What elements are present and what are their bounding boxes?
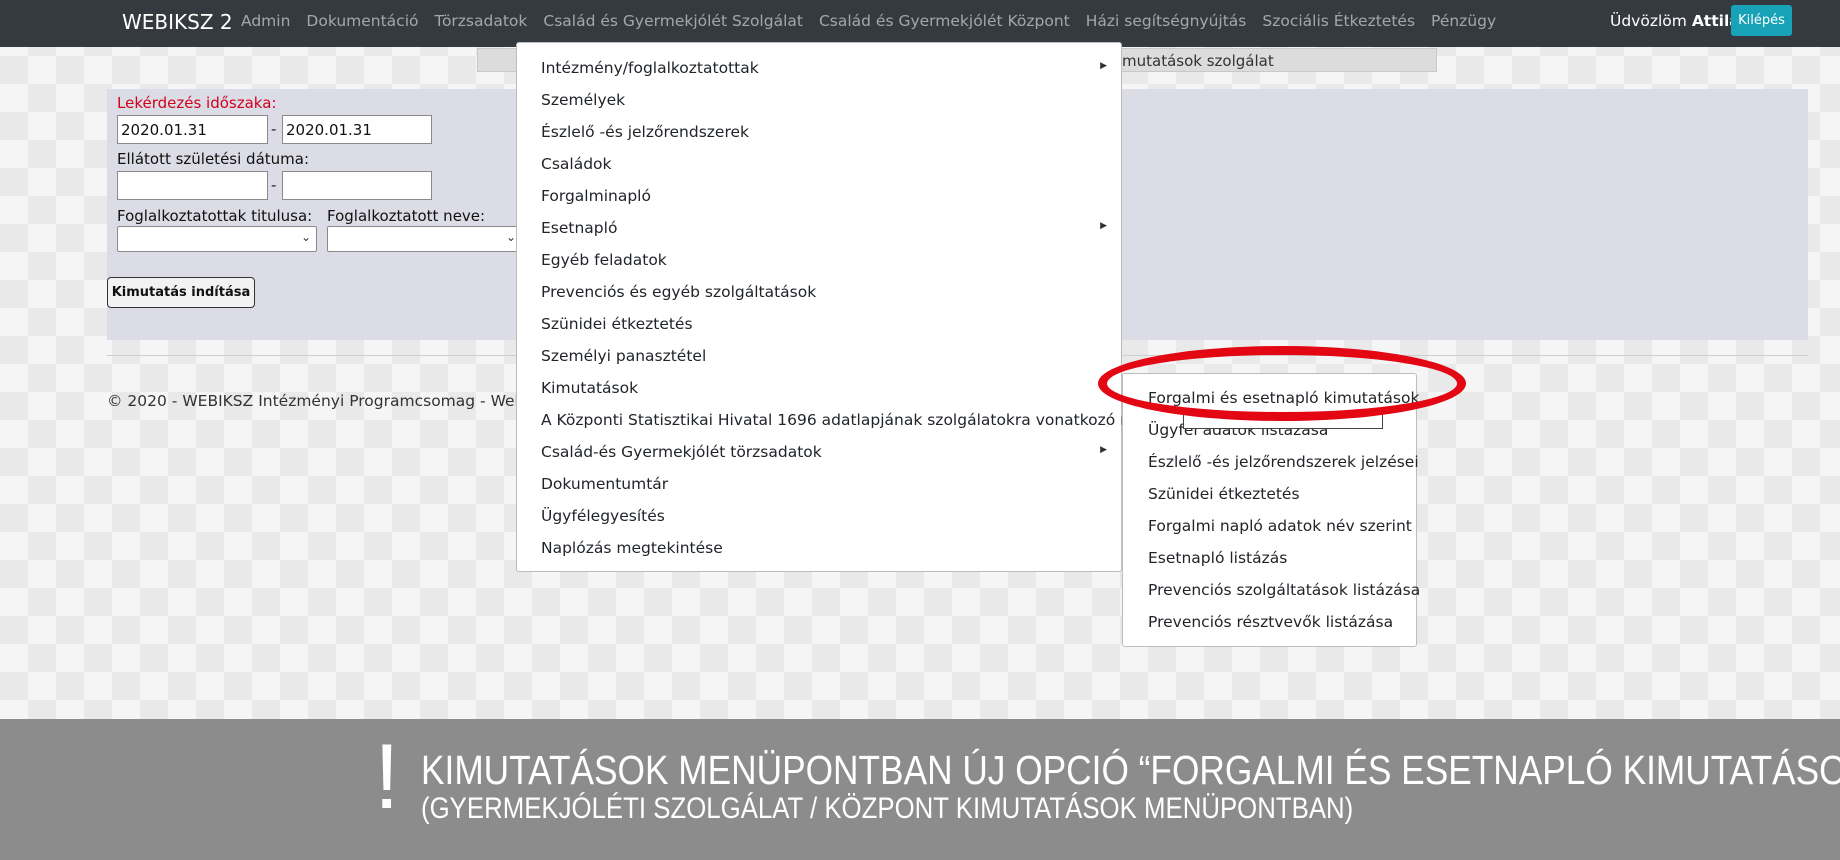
birth-to-input[interactable] [282,171,432,200]
period-dash: - [271,120,277,138]
nav-admin[interactable]: Admin [241,12,290,30]
period-to-input[interactable] [282,115,432,144]
nav-documentation[interactable]: Dokumentáció [306,12,418,30]
employee-name-label: Foglalkoztatott neve: [327,207,486,225]
menu-item-other-tasks[interactable]: Egyéb feladatok [541,251,667,269]
nav-master-data[interactable]: Törzsadatok [435,12,528,30]
menu-item-client-merge[interactable]: Ügyfélegyesítés [541,507,665,525]
banner-headline: KIMUTATÁSOK MENÜPONTBAN ÚJ OPCIÓ “FORGAL… [421,747,1840,793]
menu-item-label: Intézmény/foglalkoztatottak [541,59,759,77]
caret-right-icon: ▶ [1100,445,1107,455]
submenu-item-alert-signals[interactable]: Észlelő -és jelzőrendszerek jelzései [1148,453,1419,471]
employee-name-select[interactable]: ⌄ [327,226,522,252]
tab-strip-label: mutatások szolgálat [1122,52,1274,70]
announcement-banner: ! KIMUTATÁSOK MENÜPONTBAN ÚJ OPCIÓ “FORG… [0,719,1840,860]
period-from-input[interactable] [117,115,268,144]
menu-item-traffic-log[interactable]: Forgalminapló [541,187,651,205]
menu-item-holiday-catering[interactable]: Szünidei étkeztetés [541,315,693,333]
menu-item-alert-systems[interactable]: Észlelő -és jelzőrendszerek [541,123,749,141]
welcome-text: Üdvözlöm Attila [1610,12,1740,30]
family-service-dropdown: Intézmény/foglalkoztatottak ▶ Személyek … [516,42,1162,572]
nav-family-service[interactable]: Család és Gyermekjólét Szolgálat [543,12,803,30]
chevron-down-icon: ⌄ [505,230,516,244]
main-nav: Admin Dokumentáció Törzsadatok Család és… [241,12,1512,30]
nav-finance[interactable]: Pénzügy [1431,12,1496,30]
birth-date-label: Ellátott születési dátuma: [117,150,310,168]
highlight-ellipse [1098,346,1466,421]
menu-item-prevention[interactable]: Prevenciós és egyéb szolgáltatások [541,283,816,301]
nav-social-catering[interactable]: Szociális Étkeztetés [1262,12,1415,30]
footer-copyright: © 2020 - WEBIKSZ Intézményi Programcsoma… [107,392,557,410]
birth-dash: - [271,176,277,194]
nav-family-center[interactable]: Család és Gyermekjólét Központ [819,12,1070,30]
submenu-item-case-log-list[interactable]: Esetnapló listázás [1148,549,1287,567]
employee-title-label: Foglalkoztatottak titulusa: [117,207,313,225]
employee-title-select[interactable]: ⌄ [117,226,317,252]
brand-logo[interactable]: WEBIKSZ 2 [122,10,233,34]
menu-item-view-logging[interactable]: Naplózás megtekintése [541,539,723,557]
nav-home-care[interactable]: Házi segítségnyújtás [1086,12,1247,30]
submenu-item-prevention-services[interactable]: Prevenciós szolgáltatások listázása [1148,581,1420,599]
birth-from-input[interactable] [117,171,268,200]
logout-button[interactable]: Kilépés [1731,5,1792,36]
banner-subline: (GYERMEKJÓLÉTI SZOLGÁLAT / KÖZPONT KIMUT… [421,792,1354,825]
menu-item-families[interactable]: Családok [541,155,612,173]
period-label: Lekérdezés időszaka: [117,94,277,112]
menu-item-institution[interactable]: Intézmény/foglalkoztatottak [541,59,1101,77]
chevron-down-icon: ⌄ [300,230,311,244]
submenu-item-holiday-catering[interactable]: Szünidei étkeztetés [1148,485,1300,503]
menu-item-case-log[interactable]: Esetnapló [541,219,617,237]
exclamation-icon: ! [374,726,400,828]
submenu-item-traffic-by-name[interactable]: Forgalmi napló adatok név szerint [1148,517,1412,535]
submenu-item-prevention-participants[interactable]: Prevenciós résztvevők listázása [1148,613,1393,631]
menu-item-complaints[interactable]: Személyi panasztétel [541,347,706,365]
welcome-prefix: Üdvözlöm [1610,12,1687,30]
menu-item-reports[interactable]: Kimutatások [541,379,638,397]
top-navbar: WEBIKSZ 2 Admin Dokumentáció Törzsadatok… [0,0,1840,47]
menu-item-family-master-data[interactable]: Család-és Gyermekjólét törzsadatok [541,443,822,461]
start-report-button[interactable]: Kimutatás indítása [107,277,255,308]
caret-right-icon: ▶ [1100,221,1107,231]
menu-item-ksh-1696[interactable]: A Központi Statisztikai Hivatal 1696 ada… [541,411,1162,429]
caret-right-icon: ▶ [1100,61,1107,71]
menu-item-document-store[interactable]: Dokumentumtár [541,475,668,493]
menu-item-persons[interactable]: Személyek [541,91,625,109]
